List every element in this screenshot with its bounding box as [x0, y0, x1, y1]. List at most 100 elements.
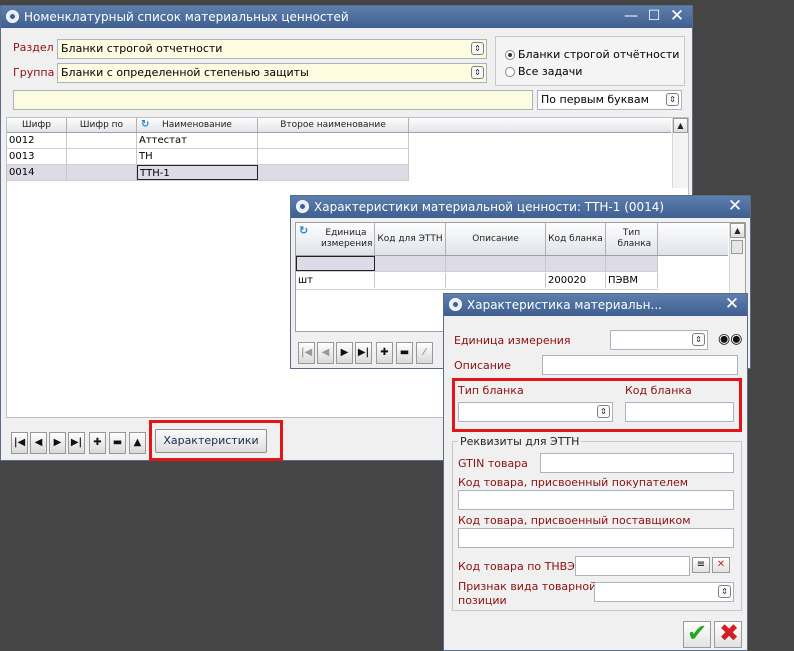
supplier-code-input[interactable]: [458, 528, 734, 548]
nav-first-button[interactable]: |◀: [11, 432, 28, 454]
sign-label-line1: Признак вида товарной: [458, 580, 597, 593]
nav-prev-button[interactable]: ◀: [317, 342, 334, 364]
desc-label: Описание: [454, 359, 511, 372]
gtin-input[interactable]: [540, 453, 734, 473]
characteristics-button[interactable]: Характеристики: [155, 429, 267, 453]
ok-button[interactable]: ✔: [683, 619, 711, 648]
close-icon[interactable]: ✕: [666, 6, 688, 28]
cell-form-code: [546, 256, 606, 271]
cell-name2: [258, 165, 409, 180]
nav-last-button[interactable]: ▶|: [355, 342, 372, 364]
col-header-unit[interactable]: ↻ Единица измерения: [296, 223, 375, 255]
sort-icon: ↻: [299, 224, 309, 237]
col-header-desc[interactable]: Описание: [446, 223, 546, 255]
gruppa-combo[interactable]: Бланки с определенной степенью защиты ⇕: [57, 63, 487, 83]
maximize-icon[interactable]: ☐: [643, 6, 665, 28]
list-select-icon[interactable]: ≡: [692, 557, 710, 573]
table-row-selected[interactable]: 0014 ТТН-1: [7, 165, 409, 181]
radio-strict-forms[interactable]: Бланки строгой отчётности: [505, 48, 679, 61]
gtin-label: GTIN товара: [458, 457, 528, 470]
sign-combo[interactable]: ⇕: [594, 582, 734, 602]
col-header-form-type[interactable]: Тип бланка: [606, 223, 658, 255]
chevron-updown-icon[interactable]: ⇕: [666, 93, 679, 106]
minimize-icon[interactable]: —: [620, 6, 642, 28]
tnved-input[interactable]: [575, 556, 690, 576]
cancel-button[interactable]: ✖: [714, 619, 742, 648]
app-icon: [296, 200, 309, 213]
nav-up-button[interactable]: ▲: [129, 432, 146, 454]
col-header-name2[interactable]: Второе наименование: [258, 118, 409, 132]
cell-code: 0014: [7, 165, 67, 180]
table-row-new[interactable]: [296, 256, 658, 272]
nav-prev-button[interactable]: ◀: [30, 432, 47, 454]
gruppa-value: Бланки с определенной степенью защиты: [61, 66, 309, 79]
buyer-code-input[interactable]: [458, 490, 734, 510]
nav-delete-button[interactable]: ▬: [396, 342, 413, 364]
table-row[interactable]: 0013 ТН: [7, 149, 409, 165]
supplier-code-label: Код товара, присвоенный поставщиком: [458, 514, 691, 527]
cell-name[interactable]: ТТН-1: [137, 165, 258, 180]
scroll-thumb[interactable]: [731, 240, 743, 254]
search-input[interactable]: [13, 90, 533, 110]
nav-delete-button[interactable]: ▬: [109, 432, 126, 454]
razdel-combo[interactable]: Бланки строгой отчетности ⇕: [57, 39, 487, 59]
cell-ettn: [375, 256, 446, 271]
nav-next-button[interactable]: ▶: [49, 432, 66, 454]
scroll-up-icon[interactable]: ▲: [673, 118, 688, 133]
col-header-code[interactable]: Шифр: [7, 118, 67, 132]
cell-desc: [446, 256, 546, 271]
cell-code2: [67, 149, 137, 164]
cell-code2: [67, 165, 137, 180]
clear-icon[interactable]: ✕: [712, 557, 730, 573]
chevron-updown-icon[interactable]: ⇕: [718, 585, 731, 598]
form-type-label: Тип бланка: [458, 384, 524, 397]
nav-edit-button[interactable]: ⁄: [416, 342, 433, 364]
razdel-label: Раздел: [13, 41, 54, 54]
char-titlebar: Характеристики материальной ценности: ТТ…: [291, 196, 750, 218]
detail-window: Характеристика материальн... ✕ Единица и…: [443, 293, 748, 651]
detail-titlebar: Характеристика материальн... ✕: [444, 294, 747, 316]
checkmark-icon: ✔: [687, 619, 708, 647]
chevron-updown-icon[interactable]: ⇕: [692, 333, 705, 346]
col-header-form-code[interactable]: Код бланка: [546, 223, 606, 255]
desc-input[interactable]: [542, 355, 738, 375]
unit-label: Единица измерения: [454, 334, 571, 347]
nav-first-button[interactable]: |◀: [298, 342, 315, 364]
nav-last-button[interactable]: ▶|: [68, 432, 85, 454]
nav-next-button[interactable]: ▶: [336, 342, 353, 364]
char-table-header: ↻ Единица измерения Код для ЭТТН Описани…: [296, 223, 728, 256]
app-icon: [6, 10, 19, 23]
search-mode-combo[interactable]: По первым буквам ⇕: [537, 90, 682, 110]
form-code-input[interactable]: [625, 402, 734, 422]
ettn-group-title: Реквизиты для ЭТТН: [458, 435, 582, 448]
col-header-name[interactable]: ↻ Наименование: [137, 118, 258, 132]
cell-form-code: 200020: [546, 273, 606, 288]
cell-unit[interactable]: [296, 256, 375, 271]
nav-add-button[interactable]: ✚: [376, 342, 393, 364]
detail-window-title: Характеристика материальн...: [467, 298, 662, 312]
chevron-updown-icon[interactable]: ⇕: [597, 405, 610, 418]
binoculars-icon[interactable]: ◉◉: [718, 331, 742, 347]
close-icon[interactable]: ✕: [724, 196, 746, 218]
sort-icon: ↻: [141, 119, 150, 130]
gruppa-label: Группа: [13, 66, 55, 79]
radio-all-tasks[interactable]: Все задачи: [505, 65, 582, 78]
items-scrollbar[interactable]: ▲: [672, 118, 688, 188]
razdel-value: Бланки строгой отчетности: [61, 42, 223, 55]
chevron-updown-icon[interactable]: ⇕: [471, 66, 484, 79]
nav-add-button[interactable]: ✚: [89, 432, 106, 454]
form-type-combo[interactable]: ⇕: [458, 402, 613, 422]
search-mode-value: По первым буквам: [541, 93, 649, 106]
table-row[interactable]: 0012 Аттестат: [7, 133, 409, 149]
col-header-code2[interactable]: Шифр по: [67, 118, 137, 132]
table-row[interactable]: шт 200020 ПЭВМ: [296, 273, 658, 290]
char-window-title: Характеристики материальной ценности: ТТ…: [314, 200, 665, 214]
scope-radio-group: [495, 36, 685, 86]
cell-code: 0013: [7, 149, 67, 164]
scroll-up-icon[interactable]: ▲: [730, 223, 745, 238]
chevron-updown-icon[interactable]: ⇕: [471, 42, 484, 55]
close-icon[interactable]: ✕: [721, 294, 743, 316]
unit-combo[interactable]: ⇕: [610, 330, 708, 350]
radio-icon: [505, 67, 515, 77]
col-header-ettn[interactable]: Код для ЭТТН: [375, 223, 446, 255]
